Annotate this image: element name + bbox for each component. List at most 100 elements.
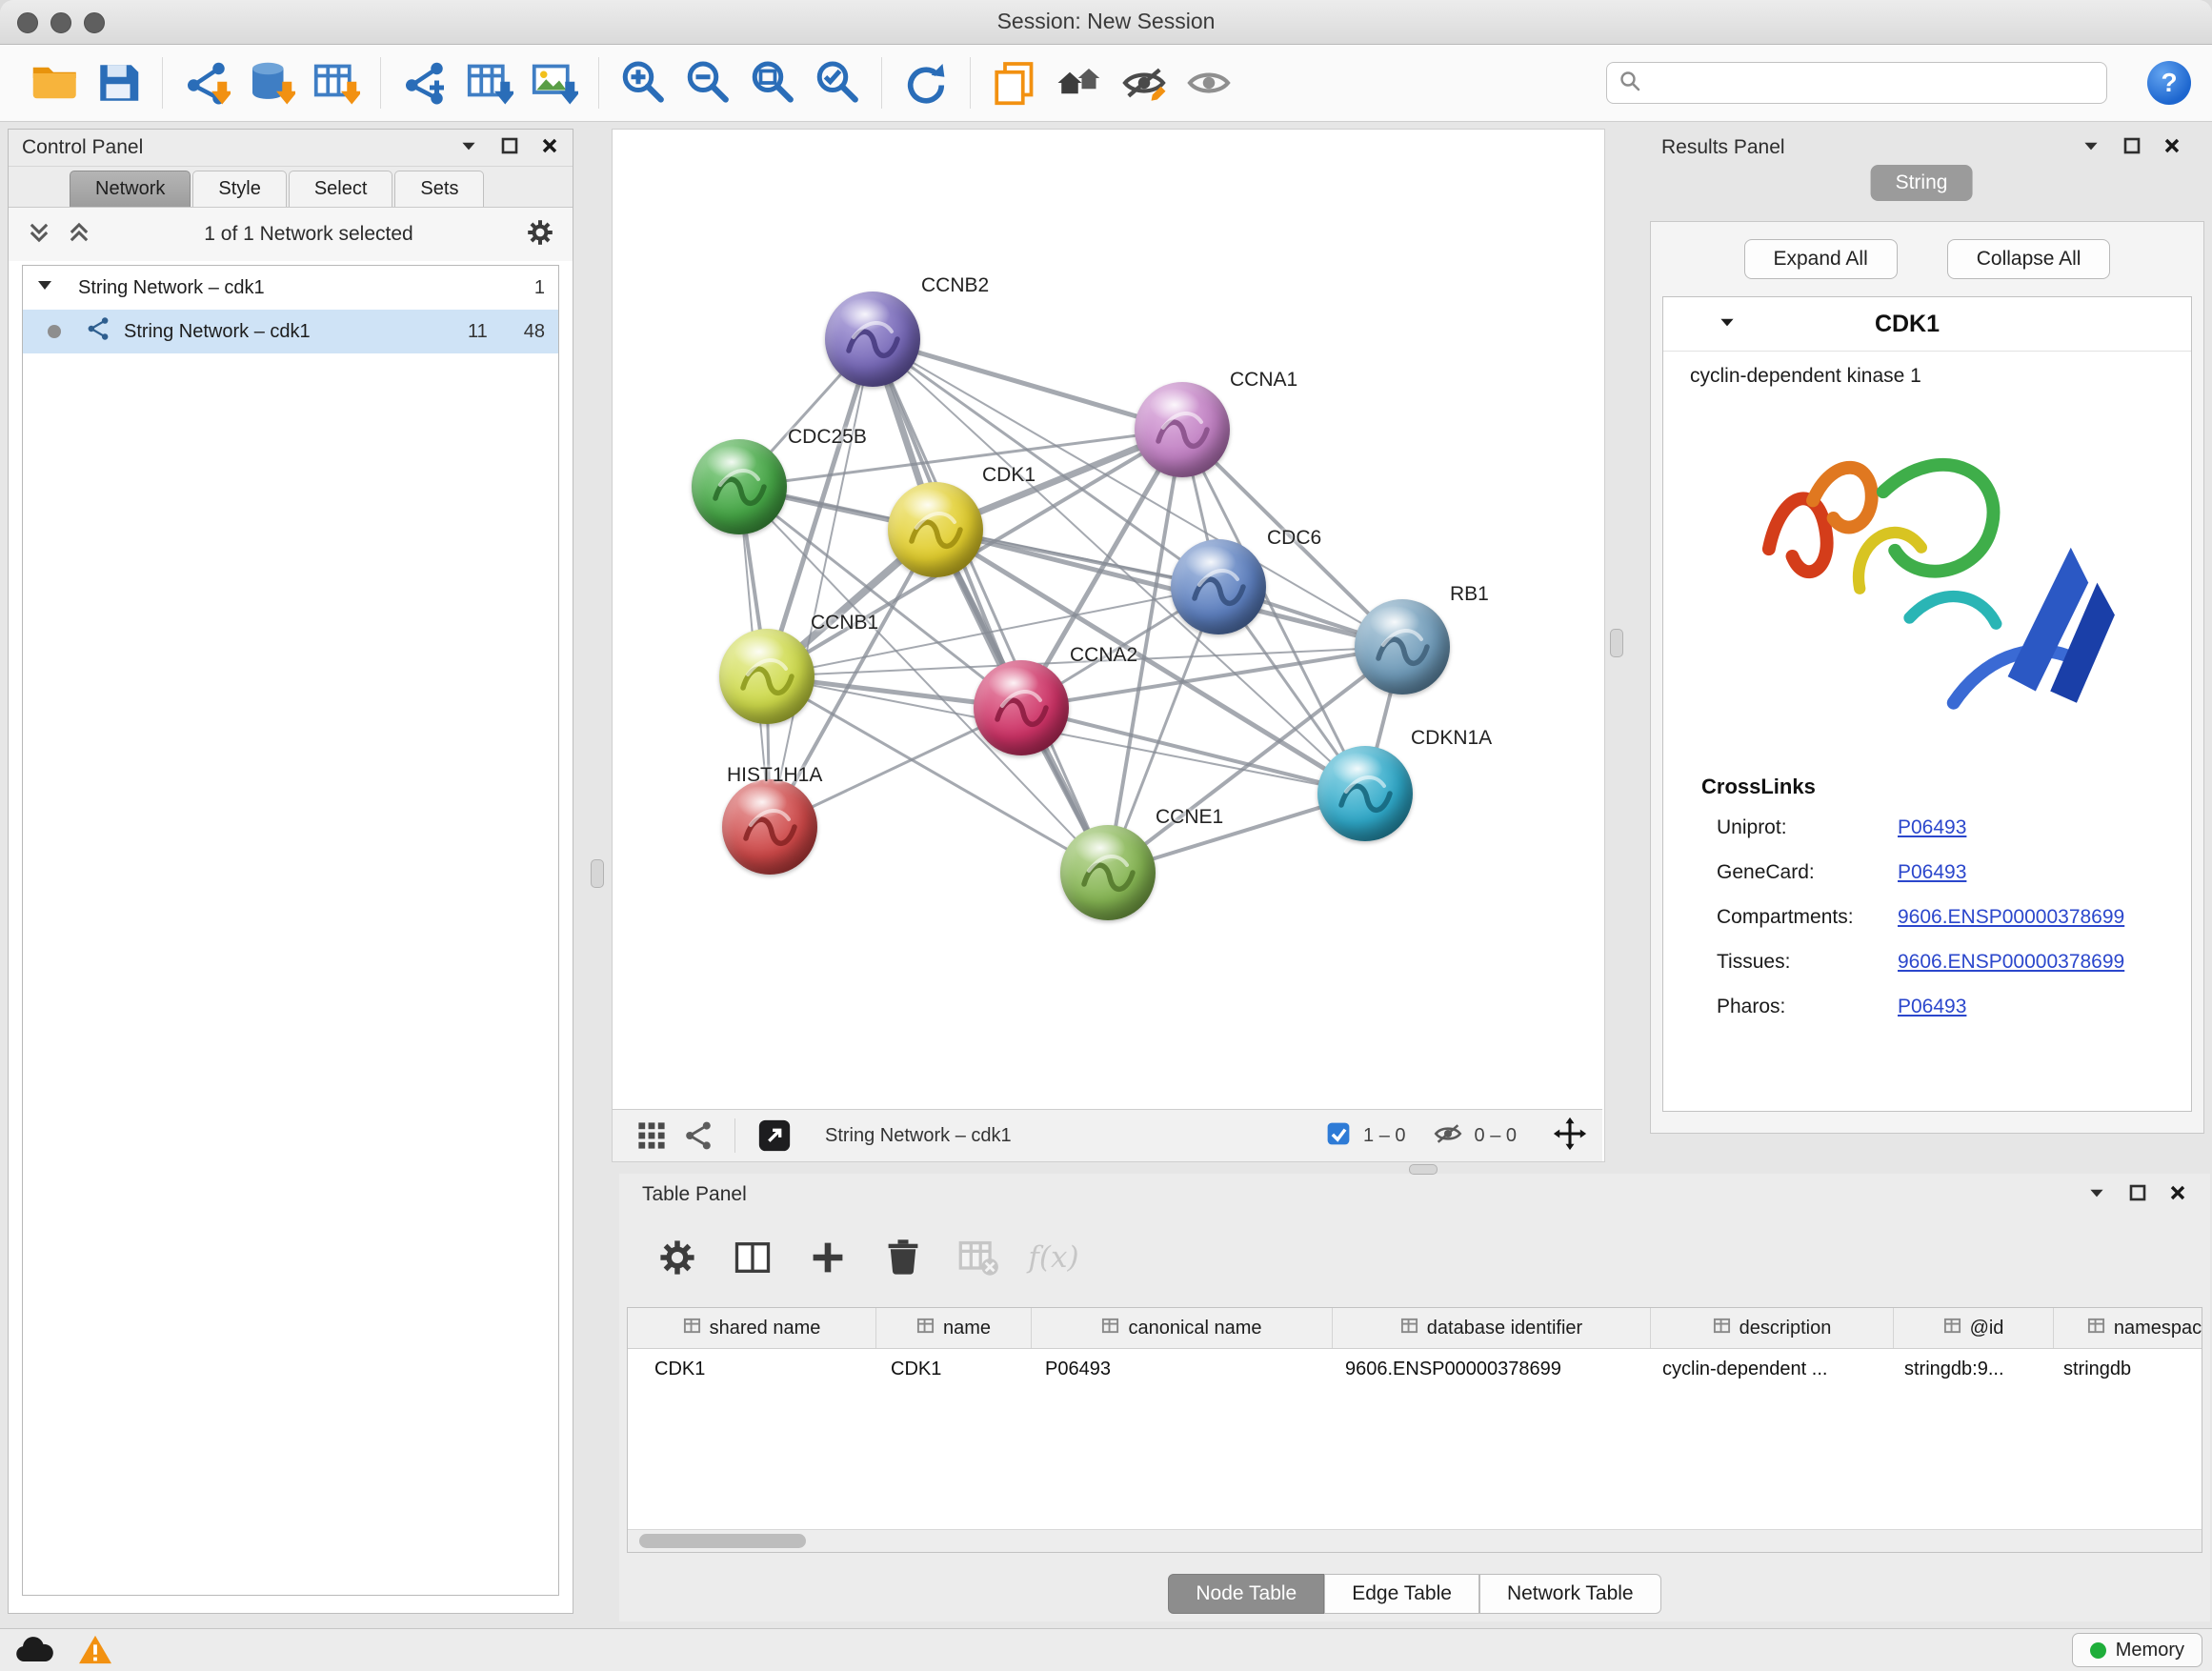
panel-menu-icon[interactable] bbox=[2086, 1182, 2107, 1208]
network-node-cdk1[interactable] bbox=[888, 482, 983, 577]
crosslink-value-link[interactable]: 9606.ENSP00000378699 bbox=[1898, 951, 2124, 974]
open-in-new-window-icon[interactable] bbox=[756, 1117, 793, 1154]
close-panel-icon[interactable] bbox=[2168, 1183, 2187, 1207]
search-field[interactable] bbox=[1606, 62, 2107, 104]
table-settings-icon[interactable] bbox=[655, 1236, 699, 1279]
horizontal-splitter-handle[interactable] bbox=[1409, 1164, 1438, 1175]
float-panel-icon[interactable] bbox=[2128, 1183, 2147, 1207]
network-collection-row[interactable]: String Network – cdk1 1 bbox=[23, 266, 558, 310]
duplicate-network-icon[interactable] bbox=[987, 55, 1042, 111]
table-cell[interactable]: stringdb:9... bbox=[1889, 1359, 2048, 1380]
float-panel-icon[interactable] bbox=[2122, 136, 2142, 160]
table-cell[interactable]: cyclin-dependent ... bbox=[1647, 1359, 1889, 1380]
float-panel-icon[interactable] bbox=[500, 136, 519, 160]
network-edge[interactable] bbox=[873, 339, 1108, 873]
column-header-id[interactable]: @id bbox=[1894, 1308, 2054, 1348]
pan-mode-icon[interactable] bbox=[1553, 1117, 1587, 1156]
help-button[interactable]: ? bbox=[2147, 61, 2191, 105]
show-all-icon[interactable] bbox=[1181, 55, 1237, 111]
crosslink-value-link[interactable]: P06493 bbox=[1898, 996, 1966, 1018]
crosslink-value-link[interactable]: P06493 bbox=[1898, 861, 1966, 884]
network-node-hist1h1a[interactable] bbox=[722, 779, 817, 875]
refresh-view-icon[interactable] bbox=[898, 55, 954, 111]
network-options-gear-icon[interactable] bbox=[525, 217, 555, 252]
network-node-cdc6[interactable] bbox=[1171, 539, 1266, 634]
first-neighbors-icon[interactable] bbox=[1052, 55, 1107, 111]
collapse-all-networks-icon[interactable] bbox=[26, 219, 52, 251]
horizontal-scrollbar[interactable] bbox=[628, 1529, 2202, 1552]
search-input[interactable] bbox=[1649, 71, 2095, 95]
tab-string[interactable]: String bbox=[1871, 165, 1973, 201]
network-node-ccnb1[interactable] bbox=[719, 629, 814, 724]
hidden-elements-eye-icon[interactable] bbox=[1433, 1118, 1463, 1154]
collapse-section-icon[interactable] bbox=[1717, 312, 1738, 337]
network-node-ccne1[interactable] bbox=[1060, 825, 1156, 920]
collapse-all-button[interactable]: Collapse All bbox=[1947, 239, 2111, 279]
zoom-in-icon[interactable] bbox=[615, 55, 671, 111]
hide-selected-icon[interactable] bbox=[1116, 55, 1172, 111]
expand-all-networks-icon[interactable] bbox=[66, 219, 92, 251]
warning-status-icon[interactable] bbox=[70, 1633, 120, 1667]
network-node-ccna2[interactable] bbox=[974, 660, 1069, 755]
zoom-fit-icon[interactable] bbox=[745, 55, 800, 111]
vertical-splitter-handle[interactable] bbox=[1610, 629, 1623, 657]
import-table-from-file-icon[interactable] bbox=[309, 55, 364, 111]
crosslink-value-link[interactable]: 9606.ENSP00000378699 bbox=[1898, 906, 2124, 929]
memory-button[interactable]: Memory bbox=[2072, 1633, 2202, 1667]
tab-edge-table[interactable]: Edge Table bbox=[1324, 1574, 1479, 1614]
tree-expander-icon[interactable] bbox=[36, 276, 53, 299]
network-row-selected[interactable]: String Network – cdk1 11 48 bbox=[23, 310, 558, 353]
selected-elements-checkbox-icon[interactable] bbox=[1325, 1120, 1352, 1152]
title-bar[interactable]: Session: New Session bbox=[0, 0, 2212, 45]
tab-network-table[interactable]: Network Table bbox=[1479, 1574, 1661, 1614]
protein-card-header[interactable]: CDK1 bbox=[1663, 297, 2191, 352]
delete-column-icon[interactable] bbox=[881, 1236, 925, 1279]
add-column-icon[interactable] bbox=[806, 1236, 850, 1279]
control-tab-network[interactable]: Network bbox=[70, 171, 191, 207]
function-builder-icon[interactable]: f(x) bbox=[1032, 1236, 1076, 1279]
table-cell[interactable]: 9606.ENSP00000378699 bbox=[1330, 1359, 1647, 1380]
crosslink-value-link[interactable]: P06493 bbox=[1898, 816, 1966, 839]
network-edges-layer[interactable] bbox=[613, 130, 1602, 1107]
network-node-cdc25b[interactable] bbox=[692, 439, 787, 534]
tab-node-table[interactable]: Node Table bbox=[1168, 1574, 1324, 1614]
open-session-icon[interactable] bbox=[26, 55, 81, 111]
close-panel-icon[interactable] bbox=[540, 136, 559, 160]
table-cell[interactable]: stringdb bbox=[2048, 1359, 2202, 1380]
table-cell[interactable]: CDK1 bbox=[875, 1359, 1030, 1380]
panel-menu-icon[interactable] bbox=[458, 135, 479, 161]
zoom-selected-icon[interactable] bbox=[810, 55, 865, 111]
birds-eye-view-icon[interactable] bbox=[635, 1119, 668, 1152]
panel-menu-icon[interactable] bbox=[2081, 135, 2101, 161]
network-node-ccnb2[interactable] bbox=[825, 292, 920, 387]
delete-table-icon[interactable] bbox=[956, 1236, 1000, 1279]
cloud-status-icon[interactable] bbox=[10, 1633, 59, 1667]
network-canvas[interactable]: CCNB2CCNA1CDC25BCDK1CDC6RB1CCNB1CCNA2CDK… bbox=[613, 130, 1602, 1107]
column-header-database-identifier[interactable]: database identifier bbox=[1333, 1308, 1651, 1348]
table-row[interactable]: CDK1CDK1P064939606.ENSP00000378699cyclin… bbox=[628, 1349, 2202, 1389]
save-session-icon[interactable] bbox=[90, 55, 146, 111]
network-overview-icon[interactable] bbox=[683, 1120, 714, 1151]
zoom-out-icon[interactable] bbox=[680, 55, 735, 111]
column-header-shared-name[interactable]: shared name bbox=[628, 1308, 876, 1348]
export-image-icon[interactable] bbox=[527, 55, 582, 111]
control-tab-style[interactable]: Style bbox=[192, 171, 286, 207]
show-columns-icon[interactable] bbox=[731, 1236, 774, 1279]
close-panel-icon[interactable] bbox=[2162, 136, 2182, 160]
scrollbar-thumb[interactable] bbox=[639, 1534, 806, 1548]
import-network-from-database-icon[interactable] bbox=[244, 55, 299, 111]
vertical-splitter-handle[interactable] bbox=[591, 859, 604, 888]
control-tab-sets[interactable]: Sets bbox=[394, 171, 484, 207]
network-node-cdkn1a[interactable] bbox=[1317, 746, 1413, 841]
table-cell[interactable]: P06493 bbox=[1030, 1359, 1330, 1380]
column-header-canonical-name[interactable]: canonical name bbox=[1032, 1308, 1333, 1348]
expand-all-button[interactable]: Expand All bbox=[1744, 239, 1898, 279]
column-header-namespac[interactable]: namespac bbox=[2054, 1308, 2202, 1348]
table-cell[interactable]: CDK1 bbox=[628, 1359, 875, 1380]
control-tab-select[interactable]: Select bbox=[289, 171, 393, 207]
network-edge[interactable] bbox=[770, 339, 873, 827]
column-header-name[interactable]: name bbox=[876, 1308, 1032, 1348]
new-network-icon[interactable] bbox=[397, 55, 452, 111]
network-node-ccna1[interactable] bbox=[1135, 382, 1230, 477]
import-network-from-file-icon[interactable] bbox=[179, 55, 234, 111]
